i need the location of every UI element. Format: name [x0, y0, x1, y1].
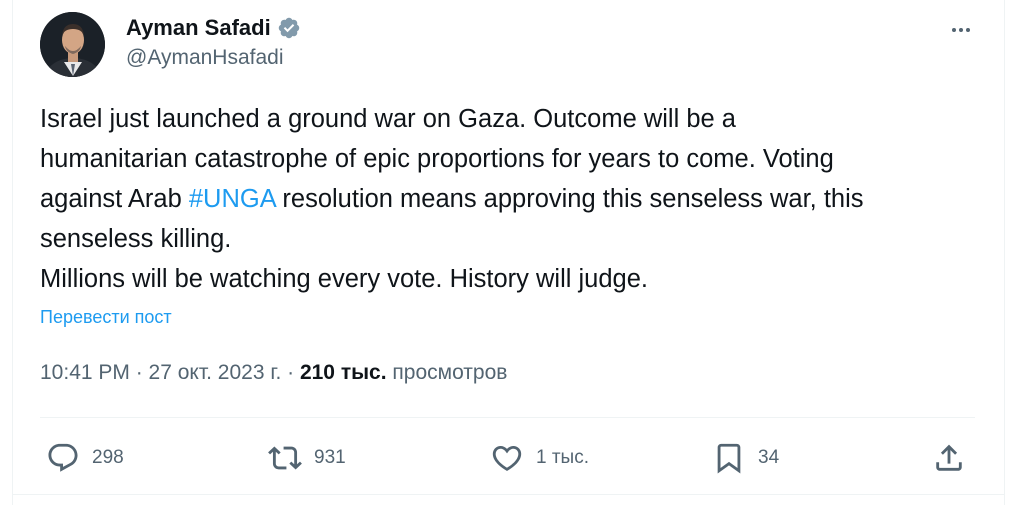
avatar-image — [40, 12, 105, 77]
handle[interactable]: @AymanHsafadi — [126, 46, 284, 70]
more-icon — [952, 28, 970, 32]
reply-button[interactable]: 298 — [46, 440, 124, 476]
tweet-line: against Arab #UNGA resolution means appr… — [40, 179, 990, 219]
heart-icon — [490, 441, 524, 475]
avatar[interactable] — [40, 12, 105, 77]
translate-post-link[interactable]: Перевести пост — [40, 307, 172, 328]
right-border — [1004, 0, 1005, 505]
reply-count: 298 — [92, 447, 124, 468]
tweet-text-segment: resolution means approving this senseles… — [275, 185, 864, 213]
tweet-text-segment: against Arab — [40, 185, 189, 213]
repost-count: 931 — [314, 447, 346, 468]
timestamp[interactable]: 10:41 PM · 27 окт. 2023 г. · — [40, 361, 300, 384]
tweet-line: Israel just launched a ground war on Gaz… — [40, 105, 736, 133]
divider — [40, 417, 975, 418]
left-border — [12, 0, 13, 505]
bookmark-icon — [712, 441, 746, 475]
share-button[interactable] — [932, 440, 966, 476]
tweet-line: senseless killing. — [40, 225, 232, 253]
views-label: просмотров — [386, 361, 508, 384]
hashtag-link[interactable]: #UNGA — [189, 185, 275, 213]
tweet-line: humanitarian catastrophe of epic proport… — [40, 145, 834, 173]
bookmark-count: 34 — [758, 447, 780, 468]
verified-badge-icon[interactable] — [277, 16, 301, 40]
bookmark-button[interactable]: 34 — [712, 440, 779, 476]
tweet-meta: 10:41 PM · 27 окт. 2023 г. · 210 тыс. пр… — [40, 361, 507, 385]
like-button[interactable]: 1 тыс. — [490, 440, 589, 476]
repost-button[interactable]: 931 — [268, 440, 346, 476]
bottom-divider — [12, 494, 1005, 495]
tweet-text: Israel just launched a ground war on Gaz… — [40, 99, 990, 299]
display-name[interactable]: Ayman Safadi — [126, 15, 271, 41]
tweet-line: Millions will be watching every vote. Hi… — [40, 265, 648, 293]
share-icon — [932, 441, 966, 475]
like-count: 1 тыс. — [536, 447, 589, 468]
reply-icon — [46, 441, 80, 475]
repost-icon — [268, 441, 302, 475]
tweet-card: Ayman Safadi @AymanHsafadi Israel just l… — [0, 0, 1009, 505]
name-row: Ayman Safadi — [126, 12, 301, 44]
views-count[interactable]: 210 тыс. — [300, 361, 387, 384]
more-options-button[interactable] — [945, 14, 977, 46]
